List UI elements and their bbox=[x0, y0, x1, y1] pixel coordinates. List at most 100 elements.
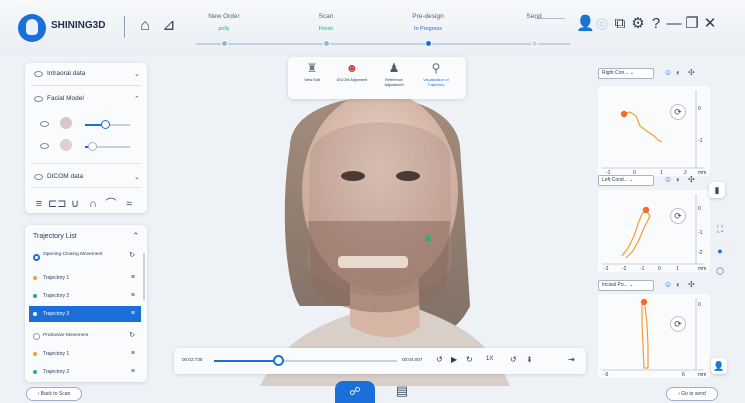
side-view-icon[interactable]: ◐ bbox=[676, 68, 681, 77]
visualization-trajectory-button[interactable]: ⚲ Visualization of Trajectory bbox=[418, 61, 454, 87]
step-dot bbox=[531, 40, 538, 47]
curve-icon[interactable]: ⌒ bbox=[102, 195, 120, 211]
chevron-down-icon[interactable]: ⌄ bbox=[134, 70, 140, 78]
step-send[interactable]: Send bbox=[494, 13, 574, 26]
minimize-icon[interactable]: — bbox=[666, 15, 682, 32]
step-icon[interactable]: ⇟ bbox=[526, 355, 533, 364]
intraoral-data-label[interactable]: Intraoral data bbox=[47, 70, 85, 77]
play-icon[interactable]: ▶ bbox=[451, 355, 457, 364]
step-status: Finish bbox=[318, 26, 334, 32]
front-view-icon[interactable]: ☺ bbox=[664, 280, 672, 289]
tooth-view-button[interactable]: ▮ bbox=[709, 182, 725, 198]
x-tick-label: 0 bbox=[658, 266, 661, 272]
trajectory-icon: ⚲ bbox=[431, 61, 441, 75]
back-to-scan-button[interactable]: ‹ Back to Scan bbox=[26, 387, 82, 401]
chevron-up-icon[interactable]: ⌃ bbox=[134, 95, 140, 103]
trajectory-graph-3: -6 6 0 mm bbox=[602, 298, 706, 378]
facial-model-label[interactable]: Facial Model bbox=[47, 95, 84, 102]
wave-icon[interactable]: ≈ bbox=[120, 198, 138, 210]
window-icon[interactable]: ⧉ bbox=[612, 15, 628, 32]
settings-ring-icon[interactable]: ◎ bbox=[594, 14, 610, 32]
button-label: Go to send bbox=[681, 391, 706, 397]
refresh-icon[interactable]: ⟳ bbox=[670, 316, 686, 332]
axis-icon[interactable]: ✣ bbox=[688, 68, 695, 77]
gear-icon[interactable]: ⚙ bbox=[630, 14, 646, 32]
step-scan[interactable]: Scan Finish bbox=[286, 13, 366, 32]
delete-icon[interactable]: ≡ bbox=[131, 306, 135, 322]
step-new-order[interactable]: New Order polly bbox=[184, 13, 264, 32]
trajectory-row[interactable]: Trajectory 2 ≡ bbox=[29, 364, 141, 380]
eye-icon[interactable] bbox=[40, 121, 49, 127]
drop-icon[interactable]: ● bbox=[713, 244, 727, 258]
scanner-icon[interactable]: ⊿ bbox=[160, 17, 178, 35]
refresh-icon[interactable]: ⟳ bbox=[670, 104, 686, 120]
3d-viewport[interactable] bbox=[150, 56, 595, 386]
trajectory-row[interactable]: Trajectory 1 ≡ bbox=[29, 346, 141, 362]
front-view-icon[interactable]: ☺ bbox=[664, 175, 672, 184]
lower-jaw-icon[interactable]: ∪ bbox=[66, 197, 84, 210]
radio-selected-icon[interactable] bbox=[33, 254, 40, 261]
trajectory-start-point bbox=[642, 206, 650, 214]
upper-jaw-icon[interactable]: ∩ bbox=[84, 198, 102, 210]
delete-icon[interactable]: ≡ bbox=[131, 364, 135, 380]
side-view-icon[interactable]: ◐ bbox=[676, 280, 681, 289]
go-to-send-button[interactable]: › Go to send bbox=[666, 387, 718, 401]
right-eye bbox=[396, 171, 420, 181]
incisal-dropdown[interactable]: Incisal Po... ⌄ bbox=[598, 280, 654, 291]
reset-icon[interactable]: ↻ bbox=[129, 328, 135, 344]
condyle-dropdown[interactable]: Left Cond... ⌄ bbox=[598, 175, 654, 186]
dicom-alignment-button[interactable]: ☻ DICOM Alignment bbox=[334, 61, 370, 83]
delete-icon[interactable]: ≡ bbox=[131, 346, 135, 362]
opacity-slider-thumb[interactable] bbox=[101, 120, 111, 129]
help-icon[interactable]: ? bbox=[648, 15, 664, 32]
chevron-up-icon[interactable]: ⌃ bbox=[132, 231, 140, 242]
y-tick-label: 0 bbox=[698, 206, 701, 212]
close-icon[interactable]: ✕ bbox=[702, 14, 718, 32]
dicom-data-label[interactable]: DICOM data bbox=[47, 173, 83, 180]
top-bar: SHINING3D ⌂ ⊿ New Order polly Scan Finis… bbox=[0, 0, 745, 56]
scrollbar[interactable] bbox=[143, 253, 145, 301]
speed-toggle[interactable]: 1X bbox=[486, 356, 493, 362]
undo-icon[interactable]: ↺ bbox=[510, 355, 517, 364]
delete-icon[interactable]: ≡ bbox=[131, 270, 135, 286]
home-icon[interactable]: ⌂ bbox=[136, 17, 154, 35]
trajectory-color-dot bbox=[33, 352, 37, 356]
trajectory-label: Trajectory 1 bbox=[43, 351, 70, 357]
condyle-dropdown[interactable]: Right Con... ⌄ bbox=[598, 68, 654, 79]
eye-icon[interactable] bbox=[34, 96, 43, 102]
delete-icon[interactable]: ≡ bbox=[131, 288, 135, 304]
view-edit-button[interactable]: ♜ View Edit bbox=[294, 61, 330, 83]
front-view-icon[interactable]: ☺ bbox=[664, 68, 672, 77]
trajectory-row[interactable]: Trajectory 2 ≡ bbox=[29, 288, 141, 304]
eye-icon[interactable] bbox=[40, 143, 49, 149]
refresh-icon[interactable]: ⟳ bbox=[670, 208, 686, 224]
layers-icon[interactable]: ≡ bbox=[30, 198, 48, 210]
trajectory-mode-button[interactable]: ☍ bbox=[335, 381, 375, 403]
trajectory-group-opening-closing[interactable]: Opening-Closing Movement ↻ bbox=[29, 249, 141, 267]
trajectory-group-protrusive[interactable]: Protrusive Movement ↻ bbox=[29, 328, 141, 344]
axis-icon[interactable]: ✣ bbox=[688, 175, 695, 184]
eye-icon[interactable] bbox=[34, 71, 43, 77]
loop-icon[interactable]: ↻ bbox=[466, 355, 473, 364]
report-icon[interactable]: ▤ bbox=[392, 383, 412, 401]
exit-icon[interactable]: ⇥ bbox=[568, 355, 575, 364]
restore-icon[interactable]: ❐ bbox=[684, 14, 700, 32]
cube-view-icon[interactable]: ⛶ bbox=[713, 222, 727, 236]
step-pre-design[interactable]: Pre-design In Progress bbox=[388, 13, 468, 32]
opacity-slider-thumb[interactable] bbox=[87, 142, 97, 151]
axis-icon[interactable]: ✣ bbox=[688, 280, 695, 289]
reference-adjustment-button[interactable]: ♟ Reference Adjustment bbox=[376, 61, 412, 87]
arch-view-icon[interactable]: ⊏⊐ bbox=[48, 197, 66, 210]
side-view-icon[interactable]: ◐ bbox=[676, 175, 681, 184]
reset-icon[interactable]: ↻ bbox=[129, 252, 135, 259]
model-view-icon[interactable]: ⬡ bbox=[713, 264, 727, 278]
eye-icon[interactable] bbox=[34, 174, 43, 180]
chevron-down-icon[interactable]: ⌄ bbox=[134, 173, 140, 181]
rewind-icon[interactable]: ↺ bbox=[436, 355, 443, 364]
timeline-thumb[interactable] bbox=[273, 355, 285, 366]
trajectory-row[interactable]: Trajectory 1 ≡ bbox=[29, 270, 141, 286]
person-view-button[interactable]: 👤 bbox=[711, 358, 727, 374]
trajectory-row-selected[interactable]: Trajectory 3 ≡ bbox=[29, 306, 141, 322]
user-icon[interactable]: 👤 bbox=[576, 14, 595, 32]
radio-icon[interactable] bbox=[33, 333, 40, 340]
